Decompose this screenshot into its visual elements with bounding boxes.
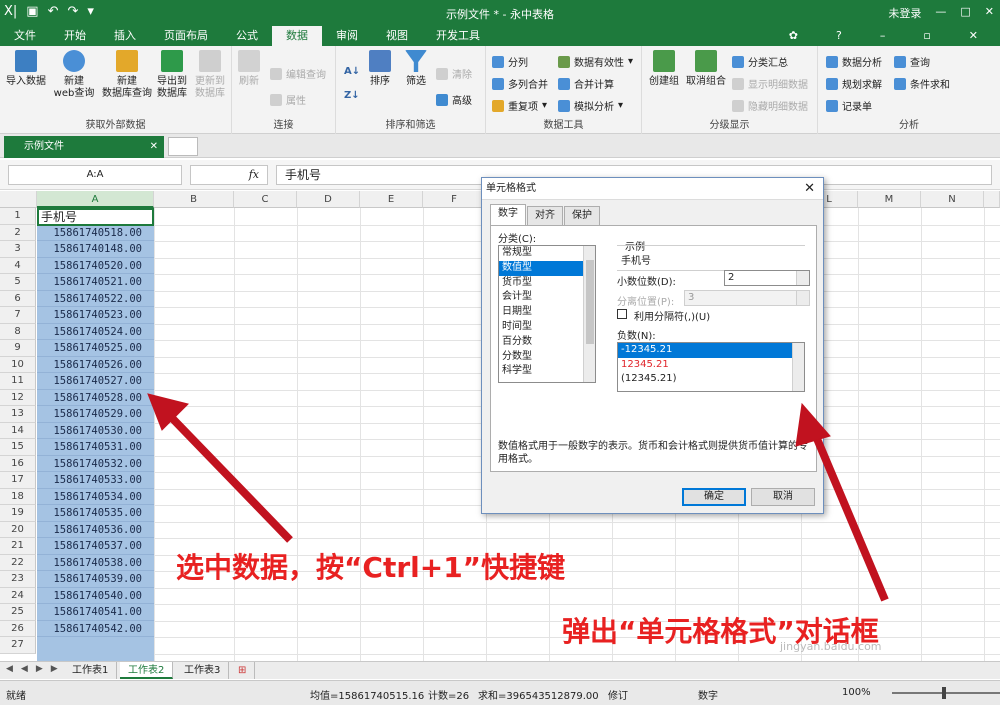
arrow-to-column bbox=[169, 415, 293, 543]
annotation-arrows bbox=[147, 393, 889, 602]
arrow-to-dialog bbox=[811, 432, 889, 602]
arrow-head-icon bbox=[795, 402, 831, 447]
annotation-select-data: 选中数据，按“Ctrl+1”快捷键 bbox=[176, 551, 566, 584]
watermark: jingyan.baidu.com bbox=[780, 640, 882, 653]
